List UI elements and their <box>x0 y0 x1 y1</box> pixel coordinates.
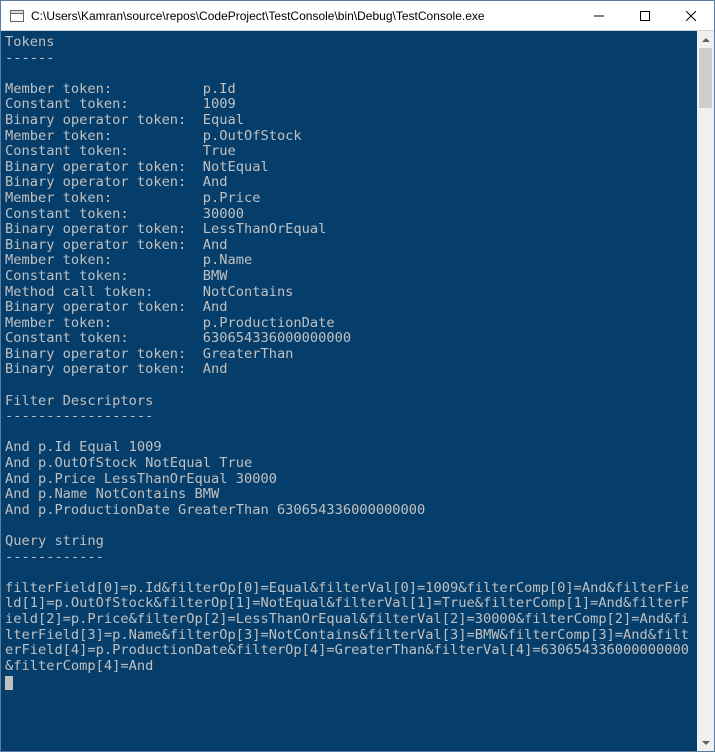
titlebar[interactable]: C:\Users\Kamran\source\repos\CodeProject… <box>1 1 714 31</box>
app-icon <box>9 8 25 24</box>
console-output[interactable]: Tokens ------ Member token: p.Id Constan… <box>1 31 697 751</box>
window-frame: C:\Users\Kamran\source\repos\CodeProject… <box>0 0 715 752</box>
scroll-thumb[interactable] <box>699 48 712 108</box>
window-controls <box>576 1 714 30</box>
vertical-scrollbar[interactable] <box>697 31 714 751</box>
maximize-button[interactable] <box>622 1 668 30</box>
minimize-button[interactable] <box>576 1 622 30</box>
scroll-up-arrow[interactable] <box>697 31 714 48</box>
scroll-down-arrow[interactable] <box>697 734 714 751</box>
scroll-track[interactable] <box>697 48 714 734</box>
client-area: Tokens ------ Member token: p.Id Constan… <box>1 31 714 751</box>
text-cursor <box>5 676 13 690</box>
close-button[interactable] <box>668 1 714 30</box>
window-title: C:\Users\Kamran\source\repos\CodeProject… <box>31 9 576 23</box>
